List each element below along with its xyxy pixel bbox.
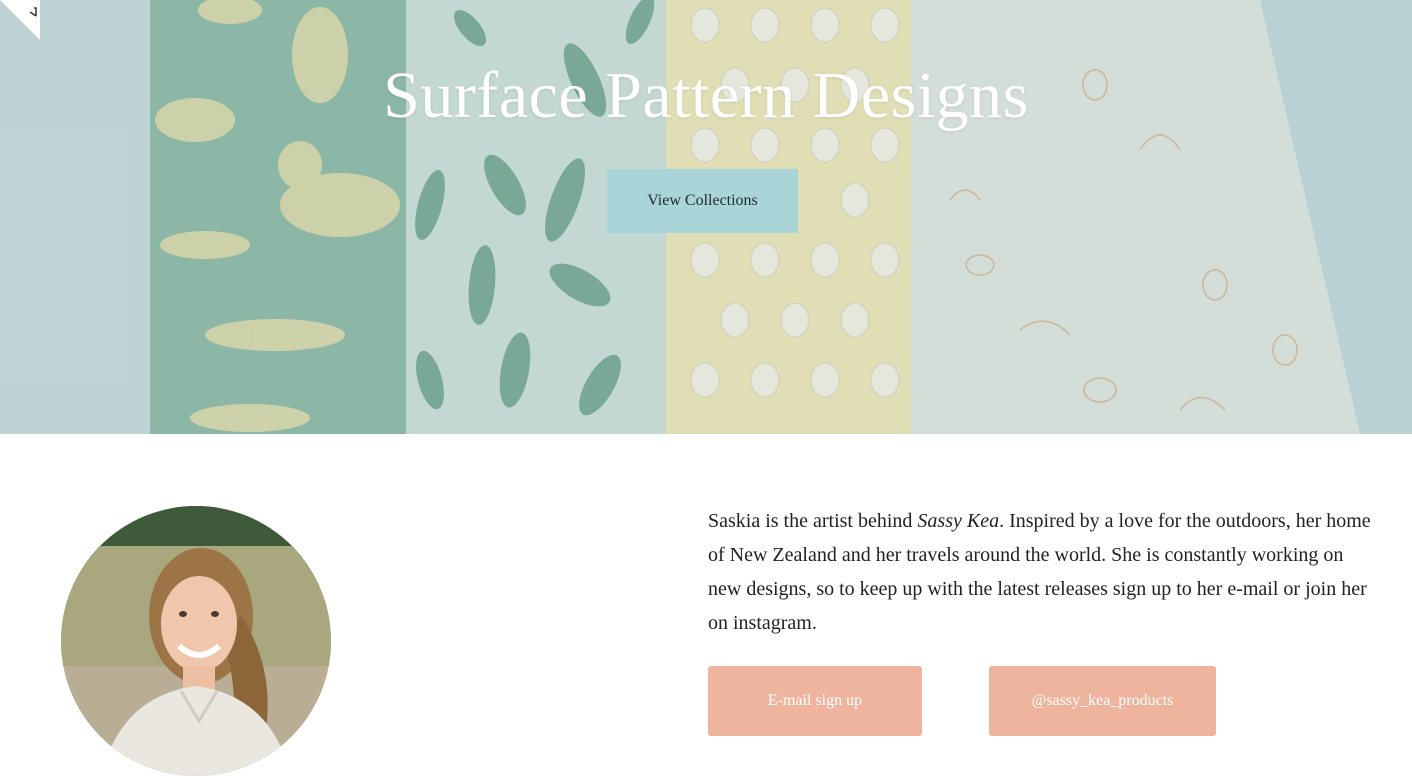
artist-bio: Saskia is the artist behind Sassy Kea. I… — [708, 504, 1378, 640]
bio-text-start: Saskia is the artist behind — [708, 510, 918, 532]
view-collections-button[interactable]: View Collections — [607, 169, 798, 233]
hero-title: Surface Pattern Designs — [383, 59, 1029, 132]
instagram-button[interactable]: @sassy_kea_products — [989, 666, 1216, 736]
brand-name: Sassy Kea — [917, 510, 1000, 532]
artist-avatar — [61, 506, 331, 776]
hero-banner: Surface Pattern Designs View Collections — [0, 0, 1412, 434]
artist-photo — [61, 506, 331, 776]
email-signup-button[interactable]: E-mail sign up — [708, 666, 922, 736]
expand-corner-icon[interactable] — [0, 0, 40, 40]
